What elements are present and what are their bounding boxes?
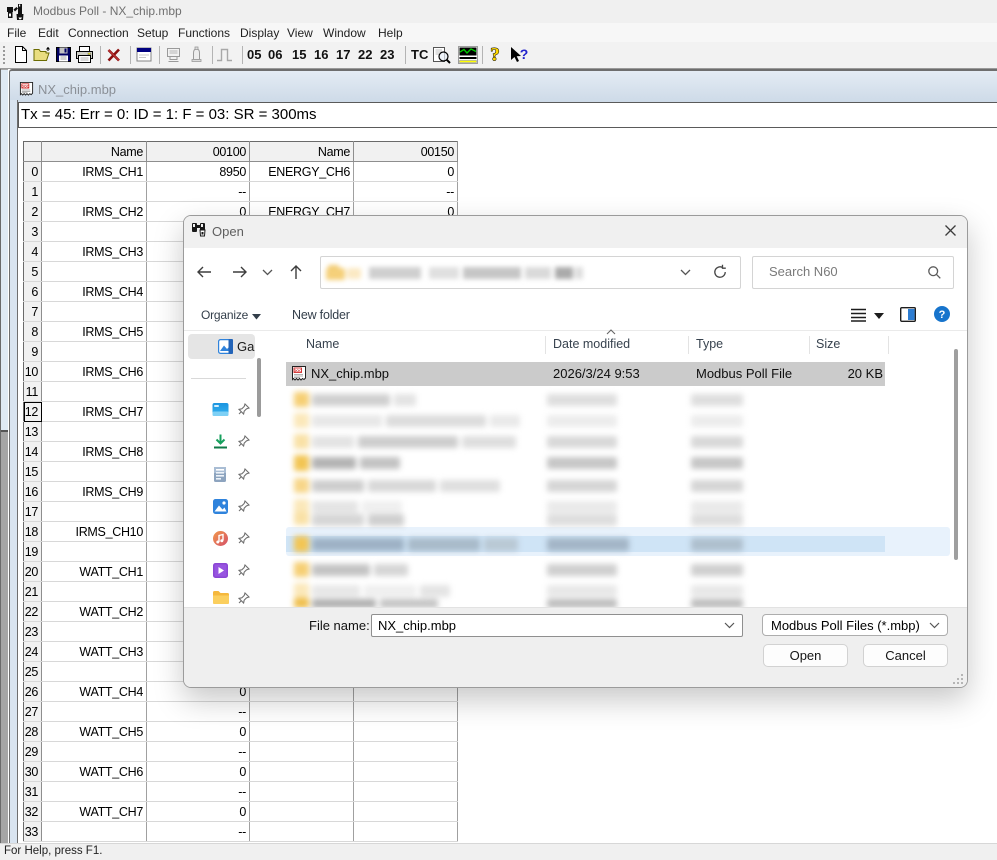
svg-text:?: ? [939,309,946,321]
svg-text:?: ? [520,46,529,62]
svg-text:DOC: DOC [22,84,30,88]
svg-text:?: ? [490,45,500,64]
svg-text:DOC: DOC [294,369,302,373]
